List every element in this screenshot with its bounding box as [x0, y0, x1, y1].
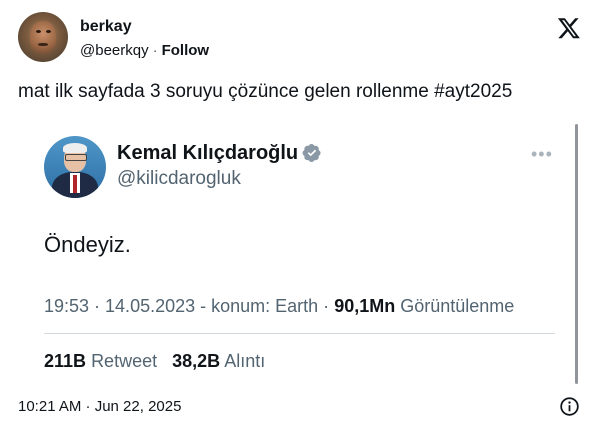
quote-label: Alıntı	[224, 351, 266, 371]
more-options-icon: •••	[531, 144, 553, 164]
tweet-timestamp[interactable]: 10:21 AM · Jun 22, 2025	[18, 398, 181, 415]
avatar-mouth	[38, 43, 48, 46]
separator-dot: ·	[152, 42, 158, 59]
avatar-face	[30, 21, 56, 53]
retweet-label: Retweet	[91, 351, 158, 371]
quote-count: 38,2B	[172, 351, 221, 371]
embedded-divider	[44, 333, 555, 334]
author-handle[interactable]: @beerkqy	[80, 42, 149, 59]
embedded-views-count: 90,1Mn	[334, 296, 396, 316]
follow-button[interactable]: Follow	[162, 42, 210, 59]
avatar-eye-right	[46, 30, 51, 33]
embedded-tweet-meta: 19:53 · 14.05.2023 - konum: Earth · 90,1…	[44, 296, 514, 317]
avatar-glasses	[65, 154, 87, 161]
retweet-count: 211B	[44, 351, 87, 371]
avatar-tie	[73, 175, 77, 193]
verified-badge-icon	[302, 144, 321, 162]
embedded-meta-time: 19:53 · 14.05.2023 - konum: Earth ·	[44, 296, 330, 316]
embedded-author-handle: @kilicdarogluk	[117, 168, 241, 189]
info-icon[interactable]	[559, 396, 580, 417]
avatar-eye-left	[36, 30, 41, 33]
embedded-tweet-text: Öndeyiz.	[44, 232, 131, 257]
embed-edge-line	[575, 124, 578, 384]
tweet-text: mat ilk sayfada 3 soruyu çözünce gelen r…	[18, 81, 513, 102]
embedded-author-name: Kemal Kılıçdaroğlu	[117, 142, 299, 164]
embedded-author-avatar	[44, 136, 106, 198]
author-name[interactable]: berkay	[80, 18, 132, 36]
embedded-views-label: Görüntülenme	[400, 296, 515, 316]
author-avatar[interactable]	[18, 12, 68, 62]
x-logo-icon[interactable]	[557, 16, 581, 40]
embedded-tweet-stats: 211B Retweet 38,2B Alıntı	[44, 351, 265, 372]
author-line: @beerkqy · Follow	[80, 42, 209, 59]
avatar-hair	[63, 143, 87, 153]
